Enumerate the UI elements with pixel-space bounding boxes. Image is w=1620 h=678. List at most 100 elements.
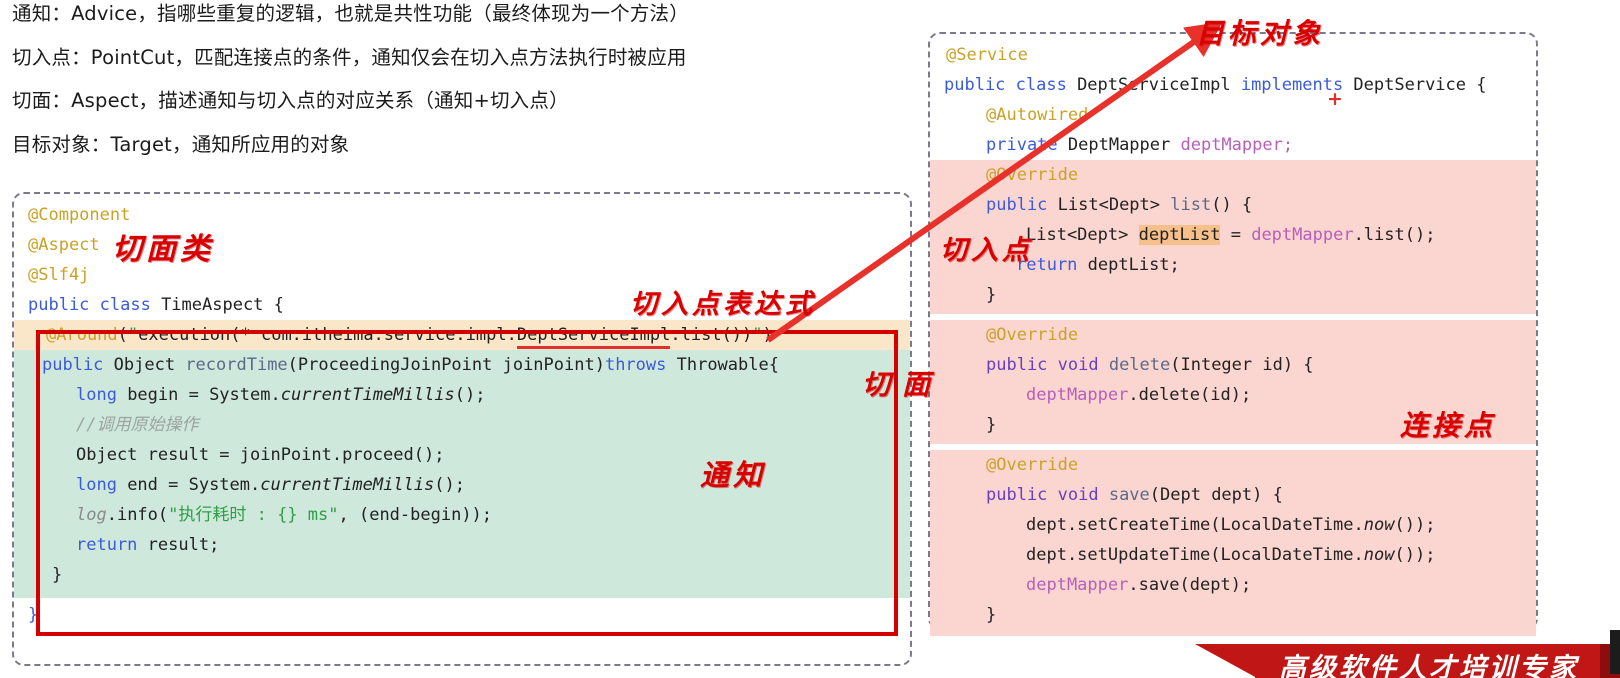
call-mapper-save: .save(dept);: [1128, 575, 1252, 595]
return-value-deptlist: deptList;: [1077, 255, 1180, 275]
code-line-around: @Around("execution(* com.itheima.service…: [14, 320, 910, 350]
concept-target-object: 目标对象：Target，通知所应用的对象: [12, 132, 350, 156]
assign-end: end = System.: [116, 475, 261, 495]
annotation-autowired: @Autowired: [986, 105, 1089, 125]
class-name-timeaspect: TimeAspect {: [150, 295, 284, 315]
concept-aspect: 切面：Aspect，描述通知与切入点的对应关系（通知+切入点）: [12, 89, 569, 112]
call-now-update: now: [1363, 545, 1395, 565]
around-quote-open: ": [127, 325, 139, 345]
assign-operator: =: [1220, 225, 1252, 245]
code-line-return-result: return result;: [42, 530, 902, 560]
keyword-public-list: public: [986, 195, 1048, 215]
method-params: (ProceedingJoinPoint joinPoint): [287, 355, 605, 375]
concept-list: 通知：Advice，指哪些重复的逻辑，也就是共性功能（最终体现为一个方法） 切入…: [12, 4, 912, 178]
aspect-code-body: @Component @Aspect @Slf4j public class T…: [14, 194, 910, 630]
brace-close-delete: }: [986, 415, 997, 435]
delete-params: (Integer id) {: [1170, 355, 1314, 375]
keyword-private: private: [986, 135, 1058, 155]
interface-deptservice: DeptService {: [1343, 75, 1487, 95]
annotation-aspect: @Aspect: [28, 235, 100, 255]
field-ref-deptmapper-save: deptMapper: [1026, 575, 1129, 595]
call-currenttimemillis-begin: currentTimeMillis: [280, 385, 455, 405]
call-mapper-delete: .delete(id);: [1128, 385, 1252, 405]
annotation-component: @Component: [28, 205, 131, 225]
return-type-listdept: List<Dept>: [1047, 195, 1171, 215]
code-line-service: @Service: [938, 40, 1536, 70]
annotation-override-save: @Override: [986, 455, 1079, 475]
field-ref-deptmapper-delete: deptMapper: [1026, 385, 1129, 405]
around-paren-close: ): [762, 325, 773, 345]
brace-close-class: }: [28, 605, 39, 625]
code-line-return-deptlist: return deptList;: [930, 250, 1528, 280]
joinpoint-block-save: @Override public void save(Dept dept) { …: [930, 450, 1536, 636]
save-params: (Dept dept) {: [1149, 485, 1283, 505]
call-setcreatetime: dept.setCreateTime(LocalDateTime.: [1026, 515, 1364, 535]
method-name-recordtime: recordTime: [185, 355, 288, 375]
brace-close-save: }: [986, 605, 997, 625]
code-line-method-sig: public Object recordTime(ProceedingJoinP…: [42, 350, 902, 380]
log-args: , (end-begin));: [338, 505, 493, 525]
keyword-return: return: [76, 535, 138, 555]
slide-canvas: 通知：Advice，指哪些重复的逻辑，也就是共性功能（最终体现为一个方法） 切入…: [0, 0, 1620, 678]
keyword-public-void-save: public void: [986, 485, 1099, 505]
code-line-begin: long begin = System.currentTimeMillis();: [42, 380, 902, 410]
code-line-setupdatetime: dept.setUpdateTime(LocalDateTime.now());: [930, 540, 1528, 570]
keyword-return-deptlist: return: [1016, 255, 1078, 275]
keyword-public-void-delete: public void: [986, 355, 1099, 375]
method-name-delete: delete: [1098, 355, 1171, 375]
keyword-throws: throws: [604, 355, 667, 375]
code-line-log: log.info("执行耗时 : {} ms", (end-begin));: [42, 500, 902, 530]
service-code-panel: @Service public class DeptServiceImpl im…: [928, 32, 1538, 636]
logger-variable: log: [76, 505, 107, 525]
code-line-mapper-delete: deptMapper.delete(id);: [930, 380, 1528, 410]
assign-begin: begin = System.: [116, 385, 281, 405]
annotation-slf4j: @Slf4j: [28, 265, 90, 285]
code-line-mapper-save: deptMapper.save(dept);: [930, 570, 1528, 600]
setcreatetime-end: ());: [1394, 515, 1436, 535]
field-ref-deptmapper: deptMapper: [1251, 225, 1354, 245]
return-type-object: Object: [103, 355, 186, 375]
code-line-override-delete: @Override: [930, 320, 1528, 350]
code-line-slf4j: @Slf4j: [28, 260, 910, 290]
brace-close-method: }: [52, 565, 63, 585]
code-line-component: @Component: [28, 200, 910, 230]
keyword-public: public: [42, 355, 104, 375]
annotation-override-list: @Override: [986, 165, 1079, 185]
code-line-save-sig: public void save(Dept dept) {: [930, 480, 1528, 510]
code-line-setcreatetime: dept.setCreateTime(LocalDateTime.now());: [930, 510, 1528, 540]
annotation-service: @Service: [946, 45, 1028, 65]
call-setupdatetime: dept.setUpdateTime(LocalDateTime.: [1026, 545, 1364, 565]
log-info-call: .info(: [106, 505, 169, 525]
method-name-list: list: [1170, 195, 1212, 215]
call-now-create: now: [1363, 515, 1395, 535]
aspect-code-panel: @Component @Aspect @Slf4j public class T…: [12, 192, 912, 666]
code-line-save-close: }: [930, 600, 1528, 630]
call-currenttimemillis-end: currentTimeMillis: [260, 475, 435, 495]
code-line-override-save: @Override: [930, 450, 1528, 480]
training-banner: 高级软件人才培训专家: [1195, 644, 1620, 678]
list-sig-end: () {: [1211, 195, 1253, 215]
code-line-comment: //调用原始操作: [42, 410, 902, 440]
keyword-public-class-service: public class: [944, 75, 1067, 95]
pointcut-execution-prefix: execution(* com.itheima.service.impl.: [138, 325, 517, 345]
code-line-list-close: }: [930, 280, 1528, 310]
statement-joinpoint-proceed: Object result = joinPoint.proceed();: [76, 445, 445, 465]
keyword-long-begin: long: [76, 385, 117, 405]
joinpoint-block-delete: @Override public void delete(Integer id)…: [930, 320, 1536, 444]
code-line-autowired: @Autowired: [938, 100, 1536, 130]
banner-triangle-shape: [1195, 644, 1257, 678]
code-line-override-list: @Override: [930, 160, 1528, 190]
annotation-around: @Around: [46, 325, 118, 345]
slide-edge-strip: [1610, 630, 1620, 674]
around-quote-close: ": [752, 325, 763, 345]
method-name-save: save: [1098, 485, 1150, 505]
around-paren-open: (: [117, 325, 128, 345]
code-line-class-decl: public class TimeAspect {: [28, 290, 910, 320]
code-line-service-class-decl: public class DeptServiceImpl implements …: [938, 70, 1536, 100]
code-line-end: long end = System.currentTimeMillis();: [42, 470, 902, 500]
exception-throwable: Throwable{: [666, 355, 779, 375]
code-line-proceed: Object result = joinPoint.proceed();: [42, 440, 902, 470]
concept-advice: 通知：Advice，指哪些重复的逻辑，也就是共性功能（最终体现为一个方法）: [12, 2, 689, 25]
field-deptmapper: deptMapper;: [1180, 135, 1294, 155]
code-line-deptmapper-field: private DeptMapper deptMapper;: [938, 130, 1536, 160]
